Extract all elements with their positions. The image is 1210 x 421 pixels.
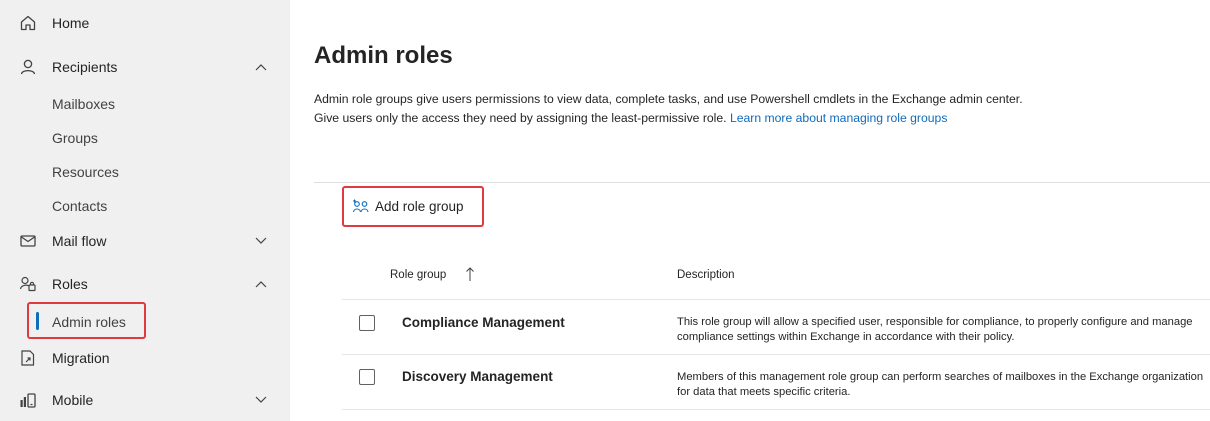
sidebar-item-label: Mobile — [52, 391, 94, 408]
sidebar-item-label: Recipients — [52, 58, 118, 75]
sidebar-item-label: Migration — [52, 349, 110, 366]
sidebar-item-roles[interactable]: Roles — [0, 266, 290, 301]
sidebar-item-admin-roles[interactable]: Admin roles — [0, 304, 290, 339]
page-title: Admin roles — [314, 42, 453, 69]
chevron-up-icon — [254, 61, 268, 73]
sidebar-item-label: Mail flow — [52, 232, 107, 249]
role-group-name[interactable]: Compliance Management — [402, 315, 565, 330]
role-group-description: Members of this management role group ca… — [677, 371, 1204, 398]
add-group-icon — [352, 199, 370, 215]
sidebar-item-home[interactable]: Home — [0, 5, 290, 40]
mail-icon — [18, 231, 38, 251]
sidebar-item-migration[interactable]: Migration — [0, 340, 290, 375]
column-header-description[interactable]: Description — [677, 269, 735, 281]
roles-icon — [18, 274, 38, 294]
chevron-down-icon — [254, 235, 268, 247]
header-divider — [342, 299, 1210, 300]
sidebar-item-label: Roles — [52, 275, 88, 292]
sidebar-item-label: Home — [52, 14, 90, 31]
sidebar-item-mail-flow[interactable]: Mail flow — [0, 223, 290, 258]
row-divider — [342, 354, 1210, 355]
row-checkbox[interactable] — [359, 315, 375, 331]
sort-ascending-icon[interactable] — [465, 266, 475, 282]
row-divider — [342, 409, 1210, 410]
migration-icon — [18, 348, 38, 368]
add-role-group-button[interactable]: Add role group — [342, 186, 484, 227]
home-icon — [18, 13, 38, 33]
sidebar-item-mailboxes[interactable]: Mailboxes — [0, 86, 290, 121]
divider — [314, 182, 1210, 183]
sidebar-item-label: Resources — [52, 163, 119, 180]
main-content: Admin roles Admin role groups give users… — [290, 0, 1210, 421]
sidebar-item-resources[interactable]: Resources — [0, 154, 290, 189]
sidebar-item-label: Contacts — [52, 197, 108, 214]
mobile-icon — [18, 390, 38, 410]
sidebar-item-contacts[interactable]: Contacts — [0, 188, 290, 223]
chevron-up-icon — [254, 278, 268, 290]
sidebar-item-mobile[interactable]: Mobile — [0, 382, 290, 417]
add-role-group-label: Add role group — [375, 199, 464, 214]
sidebar-item-recipients[interactable]: Recipients — [0, 49, 290, 84]
role-group-description: This role group will allow a specified u… — [677, 316, 1193, 343]
page-description: Admin role groups give users permissions… — [314, 90, 1034, 128]
sidebar: Home Recipients Mailboxes Groups Resourc… — [0, 0, 290, 421]
role-group-name[interactable]: Discovery Management — [402, 369, 553, 384]
person-icon — [18, 57, 38, 77]
sidebar-item-label: Admin roles — [52, 313, 126, 330]
column-header-role-group[interactable]: Role group — [390, 269, 446, 281]
learn-more-link[interactable]: Learn more about managing role groups — [730, 111, 947, 125]
row-checkbox[interactable] — [359, 369, 375, 385]
chevron-down-icon — [254, 394, 268, 406]
sidebar-item-groups[interactable]: Groups — [0, 120, 290, 155]
sidebar-item-label: Mailboxes — [52, 95, 116, 112]
sidebar-item-label: Groups — [52, 129, 98, 146]
